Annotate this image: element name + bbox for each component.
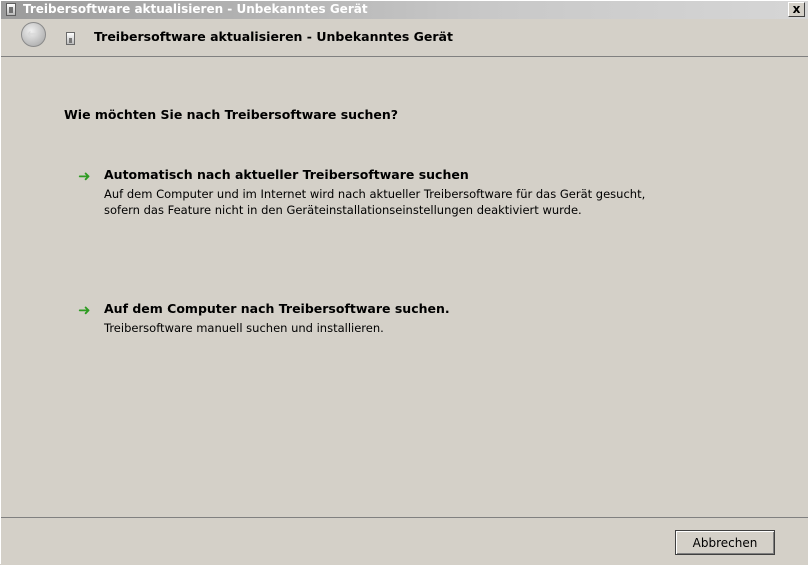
- wizard-footer: Abbrechen: [1, 518, 808, 565]
- device-icon: [6, 3, 16, 16]
- option-description: Treibersoftware manuell suchen und insta…: [104, 321, 384, 335]
- option-description: Auf dem Computer und im Internet wird na…: [104, 187, 646, 217]
- cancel-button[interactable]: Abbrechen: [675, 530, 775, 555]
- option-title[interactable]: Automatisch nach aktueller Treibersoftwa…: [104, 167, 469, 182]
- title-bar[interactable]: Treibersoftware aktualisieren - Unbekann…: [1, 1, 808, 19]
- page-question: Wie möchten Sie nach Treibersoftware suc…: [64, 107, 399, 122]
- wizard-content: Wie möchten Sie nach Treibersoftware suc…: [1, 56, 808, 518]
- back-button[interactable]: ←: [21, 22, 46, 47]
- option-search-automatically[interactable]: ➜ Automatisch nach aktueller Treibersoft…: [78, 167, 678, 247]
- green-arrow-icon: ➜: [78, 167, 91, 185]
- close-button[interactable]: x: [788, 2, 805, 17]
- wizard-header: ← Treibersoftware aktualisieren - Unbeka…: [1, 19, 808, 56]
- dialog-window: Treibersoftware aktualisieren - Unbekann…: [0, 0, 808, 565]
- option-browse-computer[interactable]: ➜ Auf dem Computer nach Treibersoftware …: [78, 301, 678, 341]
- window-title: Treibersoftware aktualisieren - Unbekann…: [23, 2, 368, 16]
- back-arrow-icon: ←: [27, 27, 38, 42]
- wizard-title: Treibersoftware aktualisieren - Unbekann…: [94, 29, 453, 44]
- green-arrow-icon: ➜: [78, 301, 91, 319]
- option-title[interactable]: Auf dem Computer nach Treibersoftware su…: [104, 301, 450, 316]
- device-icon: [66, 32, 75, 45]
